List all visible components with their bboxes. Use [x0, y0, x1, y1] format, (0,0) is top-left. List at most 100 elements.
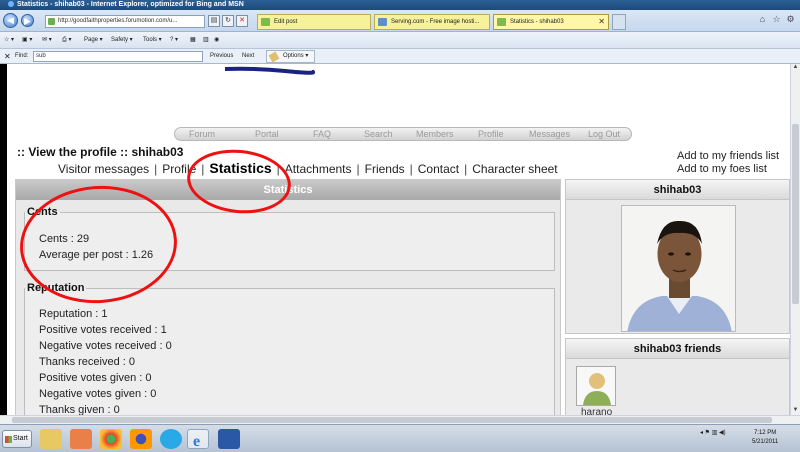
- back-button[interactable]: ◀: [3, 13, 18, 28]
- left-border: [0, 64, 7, 415]
- tab-friends[interactable]: Friends: [365, 162, 405, 176]
- ie-logo-icon: [8, 1, 14, 8]
- profile-tabs: Visitor messages | Profile | Statistics | Atta…: [58, 160, 558, 176]
- scroll-down-icon[interactable]: ▼: [792, 407, 799, 415]
- research-icon[interactable]: ▥: [203, 32, 209, 49]
- avatar-photo-icon: [622, 206, 735, 331]
- negative-votes-given: Negative votes given : 0: [39, 388, 157, 400]
- horizontal-scroll-thumb[interactable]: [12, 417, 772, 423]
- highlight-pencil-icon: [268, 51, 280, 63]
- user-panel-header: shihab03: [566, 180, 789, 200]
- address-bar[interactable]: http://goodfaithproperties.forumotion.co…: [45, 15, 205, 28]
- vertical-scrollbar[interactable]: ▲ ▼: [790, 64, 800, 415]
- thanks-given: Thanks given : 0: [39, 404, 120, 415]
- new-tab-button[interactable]: [612, 14, 626, 30]
- mail-icon[interactable]: ✉ ▾: [42, 32, 52, 49]
- close-tab-icon[interactable]: ✕: [598, 15, 605, 29]
- tab-attachments[interactable]: Attachments: [285, 162, 352, 176]
- default-user-icon: [583, 373, 611, 405]
- clock-time: 7:12 PM: [753, 430, 777, 436]
- tab-serving[interactable]: Serving.com - Free image hosti...: [374, 14, 490, 30]
- tab-favicon-icon: [261, 18, 270, 26]
- refresh-icon[interactable]: ↻: [222, 15, 234, 27]
- clock-date: 5/21/2011: [752, 439, 779, 445]
- add-to-friends-link[interactable]: Add to my friends list: [677, 150, 779, 163]
- firefox-icon[interactable]: [130, 429, 152, 449]
- header-brush-mark: [225, 66, 315, 75]
- horizontal-scrollbar[interactable]: [0, 415, 800, 424]
- window-title-bar: Statistics - shihab03 - Internet Explore…: [0, 0, 800, 10]
- tools-gear-icon[interactable]: ⚙: [785, 14, 796, 25]
- favorites-star-icon[interactable]: ☆: [771, 14, 782, 25]
- friend-name-link[interactable]: harano: [581, 407, 612, 415]
- internet-explorer-icon[interactable]: e: [187, 429, 209, 450]
- tab-favicon-icon: [378, 18, 387, 26]
- menu-faq[interactable]: FAQ: [313, 128, 331, 141]
- user-panel: shihab03: [565, 179, 790, 334]
- safety-menu[interactable]: Safety ▾: [111, 32, 133, 49]
- tab-favicon-icon: [497, 18, 506, 26]
- tab-character-sheet[interactable]: Character sheet: [472, 162, 557, 176]
- friends-panel: shihab03 friends harano: [565, 338, 790, 415]
- find-label: Find:: [15, 53, 29, 59]
- tab-label: Serving.com - Free image hosti...: [391, 19, 480, 25]
- addon-icon[interactable]: ▦: [190, 32, 196, 49]
- clock[interactable]: 7:12 PM 5/21/2011: [752, 429, 778, 447]
- menu-members[interactable]: Members: [416, 128, 454, 141]
- add-links: Add to my friends list Add to my foes li…: [677, 150, 779, 176]
- home-icon[interactable]: ⌂: [757, 14, 768, 25]
- command-bar: ☆ ▾ ▣ ▾ ✉ ▾ ⎙ ▾ Page ▾ Safety ▾ Tools ▾ …: [0, 32, 800, 49]
- add-to-foes-link[interactable]: Add to my foes list: [677, 163, 779, 176]
- address-text: http://goodfaithproperties.forumotion.co…: [58, 18, 178, 24]
- tab-contact[interactable]: Contact: [418, 162, 459, 176]
- menu-logout[interactable]: Log Out: [588, 128, 620, 141]
- find-options-button[interactable]: Options ▾: [266, 50, 316, 63]
- find-input[interactable]: sub: [33, 51, 203, 62]
- feeds-icon[interactable]: ▣ ▾: [22, 32, 32, 49]
- scroll-up-icon[interactable]: ▲: [792, 64, 799, 72]
- tools-menu[interactable]: Tools ▾: [143, 32, 162, 49]
- user-avatar: [621, 205, 736, 332]
- tab-visitor-messages[interactable]: Visitor messages: [58, 162, 149, 176]
- menu-forum[interactable]: Forum: [189, 128, 215, 141]
- word-icon[interactable]: [218, 429, 240, 449]
- friends-panel-header: shihab03 friends: [566, 339, 789, 359]
- compat-view-icon[interactable]: ▤: [208, 15, 220, 27]
- menu-profile[interactable]: Profile: [478, 128, 504, 141]
- friend-avatar[interactable]: [576, 366, 616, 406]
- close-find-icon[interactable]: ✕: [4, 49, 11, 64]
- page-menu[interactable]: Page ▾: [84, 32, 103, 49]
- positive-votes-received: Positive votes received : 1: [39, 324, 167, 336]
- skype-icon[interactable]: [160, 429, 182, 449]
- page-content: Forum Portal FAQ Search Members Profile …: [0, 64, 790, 415]
- find-bar: ✕ Find: sub Previous Next Options ▾: [0, 49, 800, 64]
- navigation-row: ◀ ▶ http://goodfaithproperties.forumotio…: [0, 10, 800, 32]
- find-next-button[interactable]: Next: [242, 49, 254, 64]
- menu-messages[interactable]: Messages: [529, 128, 570, 141]
- tab-statistics[interactable]: Statistics - shihab03 ✕: [493, 14, 609, 30]
- find-previous-button[interactable]: Previous: [210, 49, 233, 64]
- scroll-thumb[interactable]: [792, 124, 799, 304]
- messenger-icon[interactable]: ◉: [214, 32, 219, 49]
- help-icon[interactable]: ? ▾: [170, 32, 178, 49]
- favorites-icon[interactable]: ☆ ▾: [4, 32, 14, 49]
- menu-search[interactable]: Search: [364, 128, 393, 141]
- thanks-received: Thanks received : 0: [39, 356, 135, 368]
- start-button[interactable]: Start: [2, 430, 32, 448]
- reputation-value: Reputation : 1: [39, 308, 108, 320]
- taskbar: Start e ◂ ⚑ ▥ ◀) 7:12 PM 5/21/2011: [0, 424, 800, 452]
- positive-votes-given: Positive votes given : 0: [39, 372, 152, 384]
- forward-button[interactable]: ▶: [21, 14, 34, 27]
- stop-icon[interactable]: ✕: [236, 15, 248, 27]
- system-tray[interactable]: ◂ ⚑ ▥ ◀): [700, 429, 726, 436]
- explorer-folder-icon[interactable]: [40, 429, 62, 449]
- menu-portal[interactable]: Portal: [255, 128, 279, 141]
- chrome-icon[interactable]: [100, 429, 122, 449]
- media-player-icon[interactable]: [70, 429, 92, 449]
- site-favicon-icon: [48, 18, 55, 25]
- windows-flag-icon: [5, 436, 12, 443]
- tab-label: Edit post: [274, 19, 298, 25]
- tab-edit-post[interactable]: Edit post: [257, 14, 371, 30]
- print-icon[interactable]: ⎙ ▾: [62, 32, 71, 49]
- negative-votes-received: Negative votes received : 0: [39, 340, 172, 352]
